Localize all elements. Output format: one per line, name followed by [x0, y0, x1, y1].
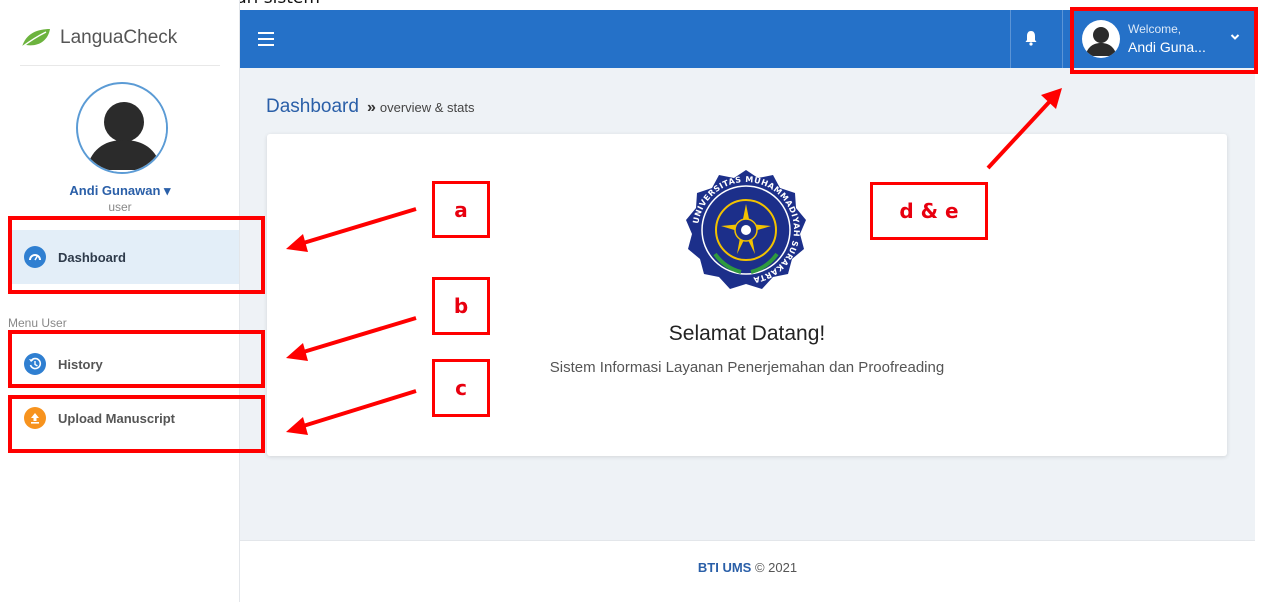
footer: BTI UMS © 2021 — [240, 540, 1255, 602]
annotation-label-b: b — [432, 277, 490, 335]
divider — [1062, 10, 1063, 68]
highlight-box-user-menu — [1070, 7, 1258, 74]
sidebar: LanguaCheck Andi Gunawan ▾ user Dashboar… — [0, 0, 240, 602]
highlight-box-upload — [8, 395, 265, 453]
divider — [1010, 10, 1011, 68]
annotation-label-d-e: d & e — [870, 182, 988, 240]
brand[interactable]: LanguaCheck — [20, 10, 220, 66]
footer-org: BTI UMS — [697, 560, 752, 575]
welcome-card: UNIVERSITAS MUHAMMADIYAH SURAKARTA Selam… — [267, 134, 1227, 456]
welcome-subtitle: Sistem Informasi Layanan Penerjemahan da… — [549, 359, 945, 376]
annotation-label-a: a — [432, 181, 490, 238]
highlight-box-dashboard — [8, 216, 265, 294]
brand-name: LanguaCheck — [60, 26, 178, 48]
profile-role: user — [108, 200, 132, 214]
avatar-silhouette-icon — [80, 86, 166, 172]
footer-copyright: © 2021 — [754, 560, 798, 575]
main-content: Dashboard » overview & stats UNIVERSITAS… — [240, 68, 1255, 540]
page-subtitle: overview & stats — [379, 100, 475, 115]
page: 3. Logout : Keluar dari sistem LanguaChe… — [0, 0, 1273, 602]
profile-avatar — [76, 82, 168, 174]
page-title: Dashboard — [266, 96, 359, 117]
breadcrumb-separator: » — [366, 99, 376, 116]
menu-toggle-icon[interactable] — [258, 32, 274, 46]
university-seal-logo: UNIVERSITAS MUHAMMADIYAH SURAKARTA — [686, 170, 806, 289]
breadcrumb: Dashboard » overview & stats — [266, 96, 475, 118]
highlight-box-history — [8, 330, 265, 388]
menu-section-label: Menu User — [8, 316, 67, 330]
notification-bell-icon[interactable] — [1024, 30, 1038, 46]
leaf-logo-icon — [21, 28, 50, 48]
welcome-heading: Selamat Datang! — [668, 322, 826, 345]
profile-name[interactable]: Andi Gunawan ▾ — [0, 183, 240, 199]
annotation-label-c: c — [432, 359, 490, 417]
